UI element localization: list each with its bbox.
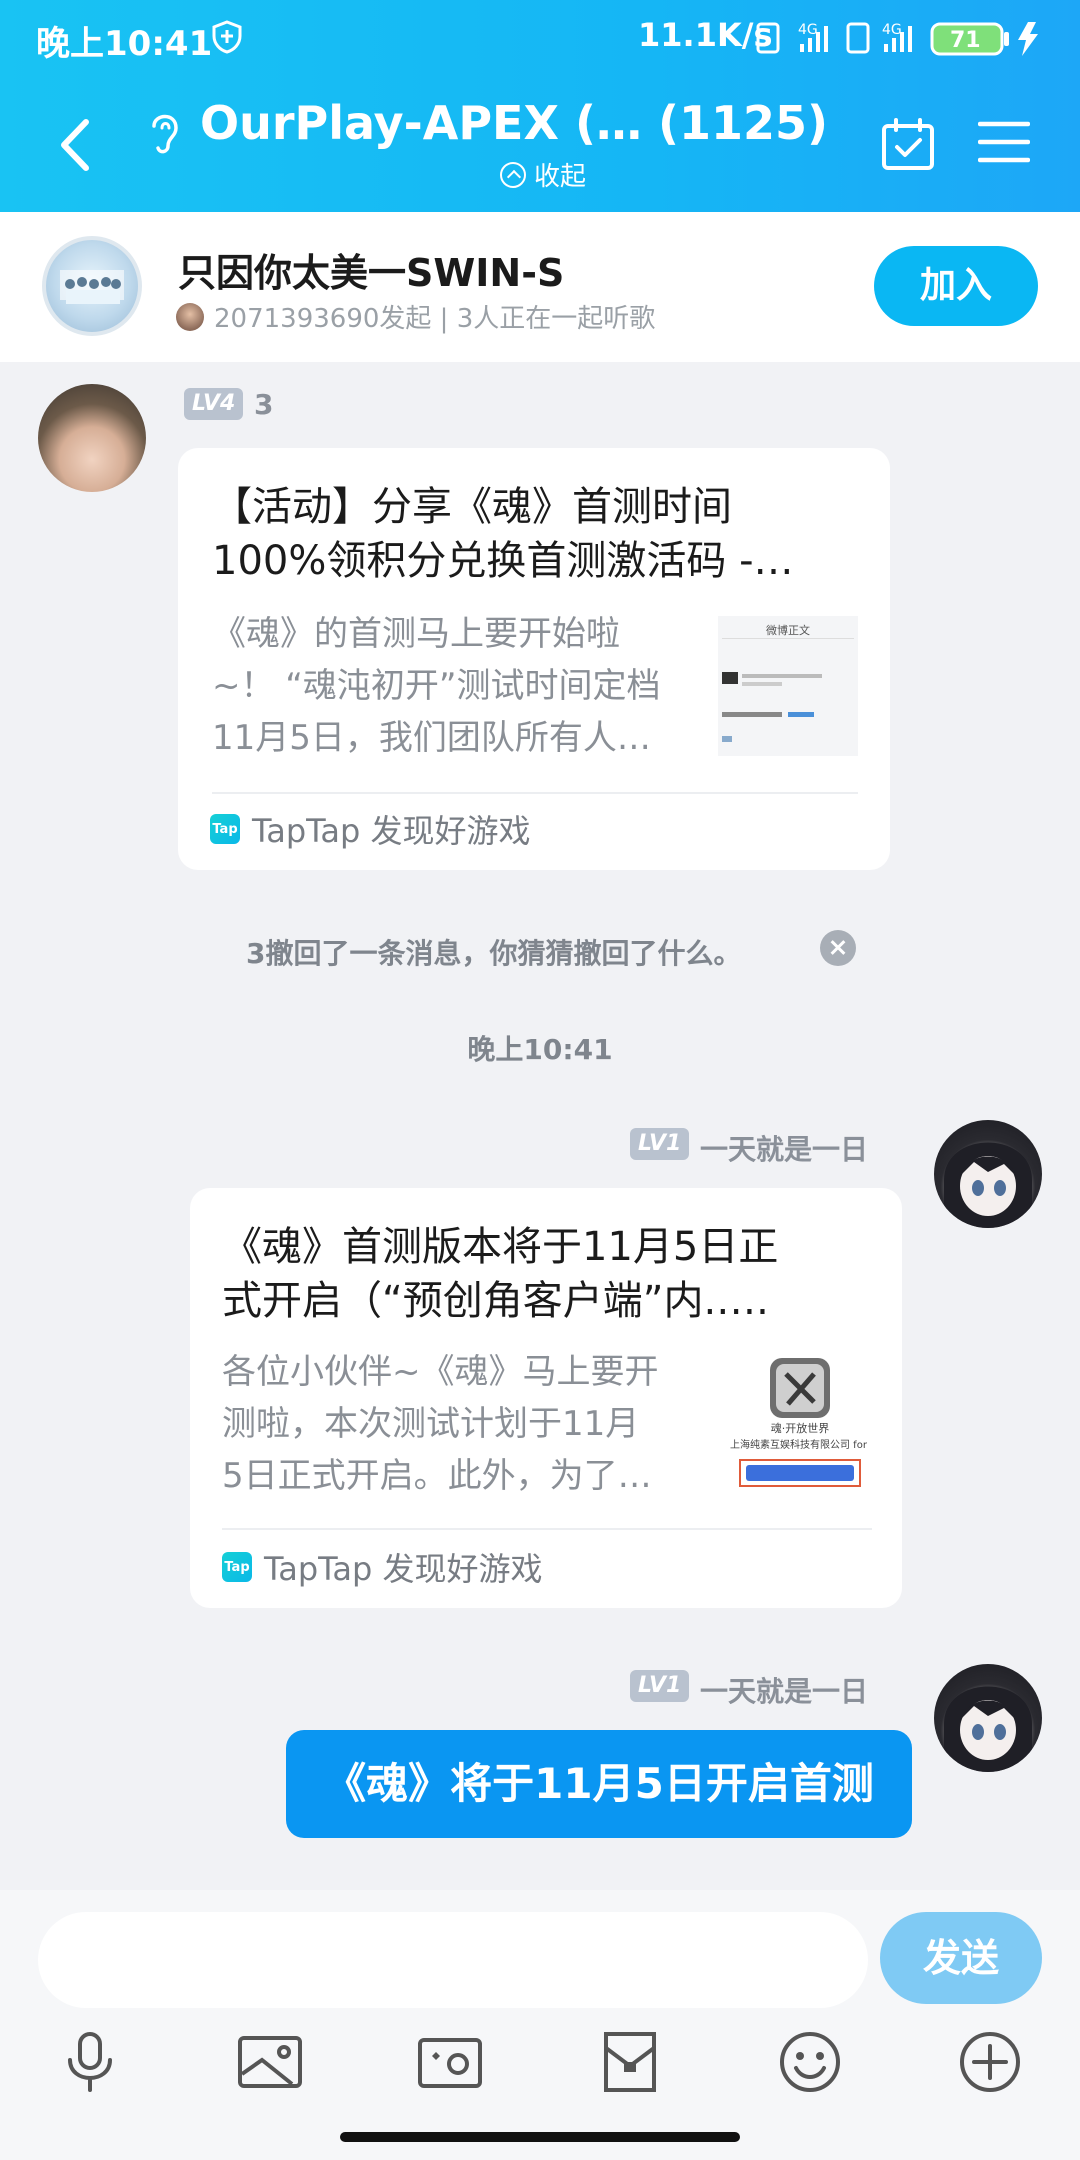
card-title: 【活动】分享《魂》首测时间 100%领积分兑换首测激活码 -… (212, 480, 862, 588)
net-label-1: 4G (798, 22, 818, 38)
chat-title[interactable]: OurPlay-APEX (… (1125) (200, 96, 828, 150)
level-badge: LV1 (630, 1128, 690, 1160)
camera-icon[interactable] (414, 2026, 486, 2098)
card-source: Tap TapTap 发现好游戏 (210, 806, 531, 852)
taptap-icon: Tap (210, 814, 240, 844)
image-icon[interactable] (234, 2026, 306, 2098)
card-desc-line: 《魂》的首测马上要开始啦 (212, 614, 620, 654)
room-cover-image (42, 236, 142, 336)
gift-icon[interactable] (594, 2026, 666, 2098)
header-bar: 晚上10:41 11.1K/s 4G 4G 71 OurPlay-APEX (…… (0, 0, 1080, 212)
avatar[interactable] (934, 1664, 1042, 1772)
room-subtitle: 2071393690发起 | 3人正在一起听歌 (176, 298, 655, 335)
sender-name: 一天就是一日 (700, 1675, 869, 1708)
card-description: 《魂》的首测马上要开始啦 ~！ “魂沌初开”测试时间定档 11月5日，我们团队所… (212, 608, 692, 764)
emoji-icon[interactable] (774, 2026, 846, 2098)
collapse-button[interactable]: 收起 (500, 156, 586, 193)
menu-icon[interactable] (978, 118, 1030, 166)
collapse-label: 收起 (534, 162, 587, 192)
card-desc-line: 测啦，本次测试计划于11月 (222, 1404, 640, 1444)
card-thumbnail: 微博正文 (718, 616, 858, 756)
chevron-up-icon (500, 161, 526, 188)
card-divider (222, 1528, 872, 1530)
link-card[interactable]: 【活动】分享《魂》首测时间 100%领积分兑换首测激活码 -… 《魂》的首测马上… (178, 448, 890, 870)
host-avatar (176, 302, 204, 331)
card-source: Tap TapTap 发现好游戏 (222, 1544, 543, 1590)
send-button[interactable]: 发送 (880, 1912, 1042, 2004)
ear-icon (152, 114, 178, 154)
listening-room-banner[interactable]: 只因你太美一SWIN-S 2071393690发起 | 3人正在一起听歌 加入 (0, 212, 1080, 362)
calendar-icon[interactable] (880, 116, 936, 172)
sender-name: 一天就是一日 (700, 1133, 869, 1166)
thumbnail-title: 魂·开放世界 (770, 1422, 830, 1435)
card-title-line: 【活动】分享《魂》首测时间 (212, 484, 732, 530)
card-desc-line: 11月5日，我们团队所有人… (212, 718, 651, 758)
status-signal-icons: 4G 4G 71 (756, 22, 1038, 56)
plus-icon[interactable] (954, 2026, 1026, 2098)
avatar[interactable] (934, 1120, 1042, 1228)
sender-name: 3 (254, 388, 274, 421)
card-title-line: 《魂》首测版本将于11月5日正 (222, 1224, 779, 1270)
recall-notice: 3撤回了一条消息，你猜猜撤回了什么。 (246, 937, 742, 970)
status-net-speed: 11.1K/s (638, 16, 773, 54)
mic-icon[interactable] (54, 2026, 126, 2098)
card-title-line: 式开启（“预创角客户端”内.…. (222, 1278, 769, 1324)
link-card[interactable]: 《魂》首测版本将于11月5日正 式开启（“预创角客户端”内.…. 各位小伙伴~《… (190, 1188, 902, 1608)
composer: 发送 (0, 1890, 1080, 2160)
status-time: 晚上10:41 (36, 24, 213, 64)
taptap-icon: Tap (222, 1552, 252, 1582)
avatar[interactable] (38, 384, 146, 492)
card-desc-line: 各位小伙伴~《魂》马上要开 (222, 1352, 659, 1392)
card-title-line: 100%领积分兑换首测激活码 -… (212, 538, 794, 584)
join-button[interactable]: 加入 (874, 246, 1038, 326)
card-description: 各位小伙伴~《魂》马上要开 测啦，本次测试计划于11月 5日正式开启。此外，为了… (222, 1346, 722, 1502)
close-icon[interactable] (820, 930, 856, 966)
shield-icon (212, 20, 242, 54)
room-subtitle-text: 2071393690发起 | 3人正在一起听歌 (214, 304, 656, 334)
level-badge: LV1 (630, 1670, 690, 1702)
status-bar: 晚上10:41 11.1K/s 4G 4G 71 (0, 0, 1080, 76)
net-label-2: 4G (882, 22, 902, 38)
message-bubble[interactable]: 《魂》将于11月5日开启首测 (286, 1730, 912, 1838)
card-thumbnail: 魂·开放世界 上海纯素互娱科技有限公司 for i (730, 1352, 870, 1492)
card-source-label: TapTap 发现好游戏 (252, 812, 531, 850)
level-badge: LV4 (184, 388, 244, 420)
thumbnail-subtitle: 上海纯素互娱科技有限公司 for i (730, 1440, 870, 1451)
card-title: 《魂》首测版本将于11月5日正 式开启（“预创角客户端”内.…. (222, 1220, 882, 1328)
back-icon[interactable] (50, 110, 100, 180)
battery-level: 71 (950, 28, 981, 53)
room-name: 只因你太美一SWIN-S (178, 251, 565, 295)
card-desc-line: 5日正式开启。此外，为了… (222, 1456, 652, 1496)
card-divider (212, 792, 858, 794)
home-indicator[interactable] (340, 2132, 740, 2142)
message-timestamp: 晚上10:41 (467, 1033, 613, 1066)
message-input[interactable] (38, 1912, 868, 2008)
card-source-label: TapTap 发现好游戏 (264, 1550, 543, 1588)
card-desc-line: ~！ “魂沌初开”测试时间定档 (212, 666, 661, 706)
